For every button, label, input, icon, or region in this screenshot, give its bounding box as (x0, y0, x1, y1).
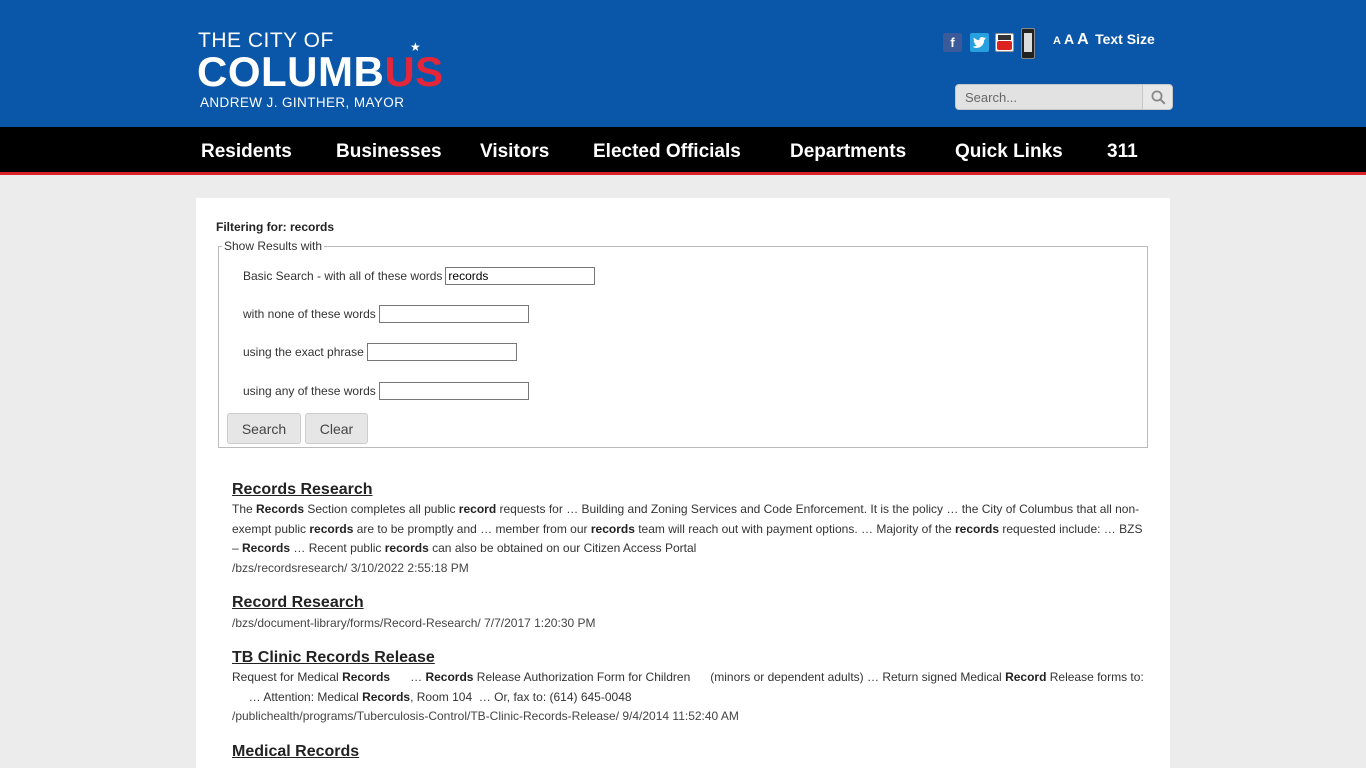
text-size-medium[interactable]: A (1064, 31, 1074, 47)
list-item: Record Research /bzs/document-library/fo… (232, 594, 1144, 633)
any-words-input[interactable] (378, 382, 529, 400)
all-words-input[interactable] (445, 267, 596, 285)
text-size-controls: AAA Text Size (1053, 31, 1155, 49)
site-header: THE CITY OF COLUMBUS ★ ANDREW J. GINTHER… (0, 0, 1366, 127)
search-icon (1151, 90, 1166, 105)
facebook-icon[interactable]: f (943, 33, 962, 52)
main-nav: Residents Businesses Visitors Elected Of… (0, 127, 1366, 175)
nav-departments[interactable]: Departments (790, 141, 906, 163)
search-results-panel: Filtering for: records Show Results with… (196, 198, 1170, 768)
search-button[interactable]: Search (227, 413, 301, 444)
any-words-label: using any of these words (243, 384, 376, 398)
text-size-label: Text Size (1095, 31, 1155, 47)
nav-businesses[interactable]: Businesses (336, 141, 442, 163)
none-words-label: with none of these words (243, 307, 376, 321)
result-title-link[interactable]: TB Clinic Records Release (232, 649, 1144, 667)
none-words-row: with none of these words (243, 305, 529, 323)
logo-wordmark: COLUMBUS (197, 48, 444, 95)
basic-search-row: Basic Search - with all of these words (243, 267, 596, 285)
text-size-large[interactable]: A (1077, 31, 1089, 48)
result-snippet: The Records Section completes all public… (232, 502, 1143, 555)
any-words-row: using any of these words (243, 382, 529, 400)
nav-elected-officials[interactable]: Elected Officials (593, 141, 741, 163)
text-size-small[interactable]: A (1053, 35, 1061, 47)
list-item: TB Clinic Records Release Request for Me… (232, 649, 1144, 726)
twitter-icon[interactable] (970, 33, 989, 52)
city-logo[interactable]: THE CITY OF COLUMBUS ★ ANDREW J. GINTHER… (197, 29, 462, 113)
logo-star-icon: ★ (410, 40, 421, 54)
youtube-icon[interactable] (995, 33, 1014, 52)
exact-phrase-label: using the exact phrase (243, 345, 364, 359)
result-url: /bzs/document-library/forms/Record-Resea… (232, 616, 596, 630)
result-title-link[interactable]: Medical Records (232, 743, 1144, 761)
result-url: /publichealth/programs/Tuberculosis-Cont… (232, 709, 739, 723)
logo-mayor-line: ANDREW J. GINTHER, MAYOR (200, 95, 405, 110)
result-snippet: Request for Medical Records … Records Re… (232, 670, 1144, 704)
exact-phrase-row: using the exact phrase (243, 343, 517, 361)
none-words-input[interactable] (378, 305, 529, 323)
nav-visitors[interactable]: Visitors (480, 141, 549, 163)
list-item: Medical Records (232, 743, 1144, 761)
search-options-legend: Show Results with (224, 239, 323, 253)
exact-phrase-input[interactable] (366, 343, 517, 361)
site-search (955, 84, 1173, 110)
result-title-link[interactable]: Record Research (232, 594, 1144, 612)
site-search-input[interactable] (956, 85, 1142, 109)
site-search-button[interactable] (1142, 85, 1172, 109)
basic-search-label: Basic Search - with all of these words (243, 269, 443, 283)
search-options: Show Results with Basic Search - with al… (218, 239, 1148, 448)
clear-button[interactable]: Clear (305, 413, 368, 444)
list-item: Records Research The Records Section com… (232, 481, 1144, 578)
result-url: /bzs/recordsresearch/ 3/10/2022 2:55:18 … (232, 560, 469, 575)
nav-quick-links[interactable]: Quick Links (955, 141, 1063, 163)
result-title-link[interactable]: Records Research (232, 481, 1144, 499)
nav-311[interactable]: 311 (1107, 141, 1138, 163)
nav-residents[interactable]: Residents (201, 141, 292, 163)
filter-title: Filtering for: records (216, 220, 335, 234)
mobile-app-icon[interactable] (1021, 28, 1035, 59)
